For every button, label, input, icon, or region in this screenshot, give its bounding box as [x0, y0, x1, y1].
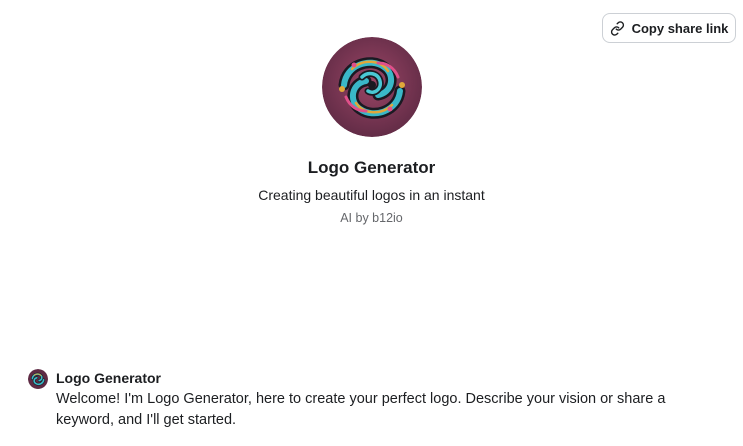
message-text: Welcome! I'm Logo Generator, here to cre… [56, 391, 666, 428]
swirl-logo-small-icon [28, 369, 48, 389]
bot-tagline: Creating beautiful logos in an instant [258, 187, 485, 203]
bot-author: AI by b12io [340, 211, 403, 225]
copy-share-link-label: Copy share link [631, 20, 729, 36]
bot-name: Logo Generator [307, 158, 436, 177]
message-avatar [28, 369, 48, 389]
bot-avatar [321, 37, 422, 137]
swirl-logo-avatar-icon [321, 37, 422, 137]
bot-welcome-message: Logo Generator Welcome! I'm Logo Generat… [28, 368, 708, 431]
link-icon [610, 20, 626, 36]
bot-profile-header: Logo Generator Creating beautiful logos … [0, 37, 743, 227]
message-sender: Logo Generator [56, 370, 162, 386]
